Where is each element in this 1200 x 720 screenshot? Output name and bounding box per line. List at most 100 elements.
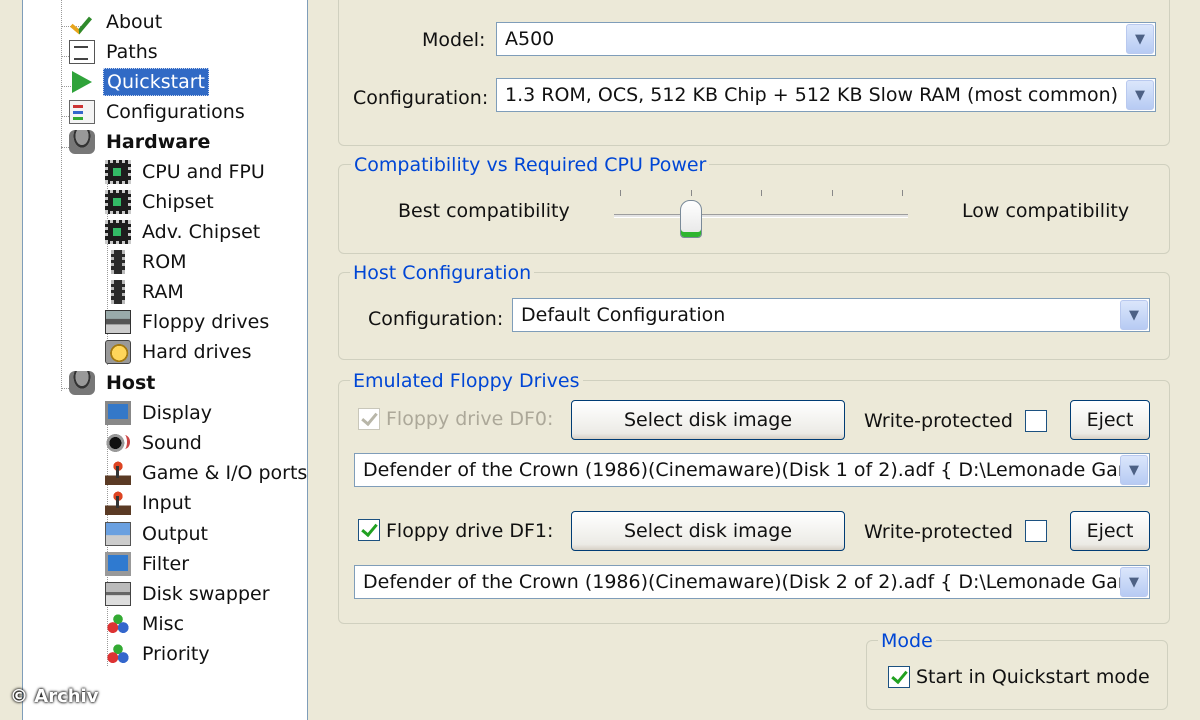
df1-label: Floppy drive DF1: [386,520,554,542]
tree-item-label: Configurations [106,101,245,123]
joystick-icon [105,461,131,485]
model-value: A500 [505,28,555,50]
df1-write-protected-checkbox[interactable] [1025,520,1047,542]
df0-enable-checkbox[interactable] [358,408,380,430]
chip-icon [105,220,131,244]
tree-item-paths[interactable]: Paths [69,38,161,66]
tree-item-host[interactable]: Host [69,369,158,397]
output-icon [105,522,131,546]
tree-item-floppy-drives[interactable]: Floppy drives [105,308,272,336]
chevron-down-icon[interactable]: ▼ [1126,24,1154,54]
tree-item-label: ROM [142,251,187,273]
df0-eject-button[interactable]: Eject [1070,400,1150,440]
settings-tree[interactable]: About Paths Quickstart Configurations Ha… [22,0,308,720]
slider-tick [831,190,833,196]
df0-image-select[interactable]: Defender of the Crown (1986)(Cinemaware)… [354,453,1150,487]
tree-item-misc[interactable]: Misc [105,610,187,638]
tree-item-label: Input [142,492,192,514]
tree-item-input[interactable]: Input [105,489,194,517]
tree-item-label: Filter [142,553,190,575]
mode-group-title: Mode [878,630,936,652]
chevron-down-icon[interactable]: ▼ [1120,455,1148,485]
tree-item-label: Display [142,402,213,424]
tree-item-hardware[interactable]: Hardware [69,128,213,156]
compatibility-slider-thumb[interactable] [679,200,702,238]
tree-item-rom[interactable]: ROM [105,248,190,276]
chip-icon [105,190,131,214]
tree-item-output[interactable]: Output [105,520,211,548]
tree-item-label: Chipset [142,191,214,213]
tree-item-label: About [106,11,163,33]
host-configuration-select[interactable]: Default Configuration ▼ [512,298,1150,332]
copyright-watermark: © Archiv [10,686,99,707]
start-quickstart-checkbox[interactable] [888,666,910,688]
compatibility-group-title: Compatibility vs Required CPU Power [351,154,710,176]
rom-chip-icon [111,250,125,274]
tree-item-label: Host [106,372,156,394]
host-configuration-label: Configuration: [368,308,504,330]
chevron-down-icon[interactable]: ▼ [1120,567,1148,597]
tree-item-configurations[interactable]: Configurations [69,98,248,126]
df1-image-value: Defender of the Crown (1986)(Cinemaware)… [363,571,1120,593]
cubes-icon [105,612,131,636]
model-label: Model: [422,29,486,51]
df0-select-disk-button[interactable]: Select disk image [571,400,845,440]
configuration-list-icon [69,100,95,124]
monitor-filter-icon [105,552,131,576]
tree-item-priority[interactable]: Priority [105,640,213,668]
tree-item-quickstart[interactable]: Quickstart [69,68,209,96]
tree-item-cpu-fpu[interactable]: CPU and FPU [105,158,268,186]
df0-label: Floppy drive DF0: [386,408,554,430]
tree-item-sound[interactable]: Sound [105,429,205,457]
slider-tick [761,190,762,196]
df1-select-disk-button[interactable]: Select disk image [571,511,845,551]
host-configuration-value: Default Configuration [521,304,726,326]
tree-item-label: Game & I/O ports [142,462,308,484]
tree-item-filter[interactable]: Filter [105,550,192,578]
hardware-configuration-select[interactable]: 1.3 ROM, OCS, 512 KB Chip + 512 KB Slow … [496,78,1156,112]
host-disk-icon [69,371,95,395]
play-icon [69,70,95,94]
df1-eject-button[interactable]: Eject [1070,511,1150,551]
tree-item-game-io-ports[interactable]: Game & I/O ports [105,459,310,487]
low-compatibility-label: Low compatibility [962,200,1130,222]
slider-tick [620,190,621,196]
compatibility-slider-track[interactable] [614,214,908,218]
df1-enable-checkbox[interactable] [358,519,380,541]
df0-image-value: Defender of the Crown (1986)(Cinemaware)… [363,459,1120,481]
speaker-icon [105,431,131,455]
tree-item-chipset[interactable]: Chipset [105,188,217,216]
tree-item-disk-swapper[interactable]: Disk swapper [105,580,273,608]
model-select[interactable]: A500 ▼ [496,22,1156,56]
host-configuration-group-title: Host Configuration [350,262,535,284]
tree-item-label: Paths [106,41,158,63]
floppy-drive-icon [105,310,131,334]
tree-item-adv-chipset[interactable]: Adv. Chipset [105,218,263,246]
start-quickstart-label: Start in Quickstart mode [916,666,1150,688]
df1-image-select[interactable]: Defender of the Crown (1986)(Cinemaware)… [354,565,1150,599]
tree-item-display[interactable]: Display [105,399,215,427]
configuration-label: Configuration: [353,87,489,109]
best-compatibility-label: Best compatibility [398,200,570,222]
tree-item-label: Output [142,523,208,545]
tree-item-label: Hard drives [142,341,252,363]
tree-item-label: Disk swapper [142,583,270,605]
tree-item-hard-drives[interactable]: Hard drives [105,338,255,366]
tree-connector [61,0,62,391]
disk-swapper-icon [105,582,131,606]
floppy-drives-group-title: Emulated Floppy Drives [350,370,583,392]
cubes-icon [105,642,131,666]
tree-item-label: Hardware [106,131,211,153]
monitor-icon [105,401,131,425]
tree-item-ram[interactable]: RAM [105,278,187,306]
hard-drive-icon [105,340,131,364]
chevron-down-icon[interactable]: ▼ [1126,80,1154,110]
tree-item-label: Quickstart [103,68,209,96]
tree-item-about[interactable]: About [69,8,165,36]
slider-tick [690,190,692,196]
tree-item-label: Priority [142,643,210,665]
chevron-down-icon[interactable]: ▼ [1120,300,1148,330]
df0-write-protected-checkbox[interactable] [1025,410,1047,432]
ram-chip-icon [111,280,125,304]
slider-tick [902,190,903,196]
